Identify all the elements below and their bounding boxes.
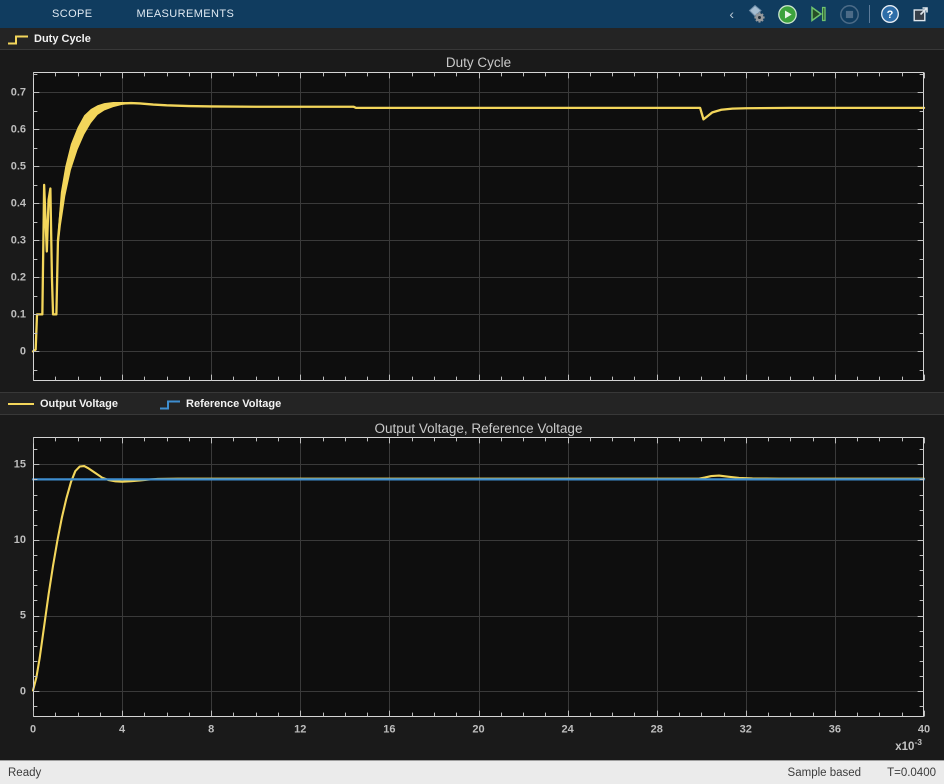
simulation-settings-icon: [746, 4, 766, 24]
legend-item-reference-voltage[interactable]: Reference Voltage: [158, 396, 281, 412]
collapse-chevron-icon[interactable]: ‹: [729, 7, 734, 21]
scope-window: SCOPE MEASUREMENTS ‹: [0, 0, 944, 784]
status-text: Ready: [8, 767, 41, 779]
toolbar-separator: [869, 5, 870, 23]
legend-item-duty-cycle[interactable]: Duty Cycle: [6, 31, 91, 47]
tab-scope[interactable]: SCOPE: [30, 0, 115, 28]
step-forward-icon: [808, 4, 828, 24]
pop-out-icon: [911, 4, 931, 24]
plot1-title: Duty Cycle: [33, 55, 924, 70]
toolstrip: SCOPE MEASUREMENTS ‹: [0, 0, 944, 28]
svg-text:?: ?: [887, 9, 894, 21]
x-axis-exponent-label: x10-3: [895, 737, 922, 753]
run-icon: [777, 4, 798, 25]
legend-label: Duty Cycle: [34, 33, 91, 45]
legend-label: Output Voltage: [40, 398, 118, 410]
help-button[interactable]: ?: [879, 3, 901, 25]
line-swatch-icon: [6, 396, 36, 412]
legend-plot2: Output Voltage Reference Voltage: [0, 392, 944, 415]
sample-mode-label: Sample based: [788, 767, 862, 779]
legend-item-output-voltage[interactable]: Output Voltage: [6, 396, 118, 412]
duty-cycle-plot[interactable]: [0, 50, 944, 392]
plot2-title: Output Voltage, Reference Voltage: [33, 421, 924, 436]
step-swatch-icon: [6, 31, 30, 47]
legend-label: Reference Voltage: [186, 398, 281, 410]
toolstrip-tabs: SCOPE MEASUREMENTS: [0, 0, 256, 28]
tab-measurements[interactable]: MEASUREMENTS: [115, 0, 257, 28]
stop-icon: [839, 4, 860, 25]
pop-out-button[interactable]: [910, 3, 932, 25]
status-bar: Ready Sample based T=0.0400: [0, 760, 944, 784]
run-button[interactable]: [776, 3, 798, 25]
toolbar-buttons: ‹: [729, 0, 944, 28]
simulation-settings-button[interactable]: [745, 3, 767, 25]
voltage-plot[interactable]: [0, 415, 944, 760]
stop-button[interactable]: [838, 3, 860, 25]
help-icon: ?: [880, 4, 900, 24]
step-forward-button[interactable]: [807, 3, 829, 25]
legend-plot1: Duty Cycle: [0, 28, 944, 50]
sim-time-label: T=0.0400: [887, 767, 936, 779]
step-swatch-icon: [158, 396, 182, 412]
